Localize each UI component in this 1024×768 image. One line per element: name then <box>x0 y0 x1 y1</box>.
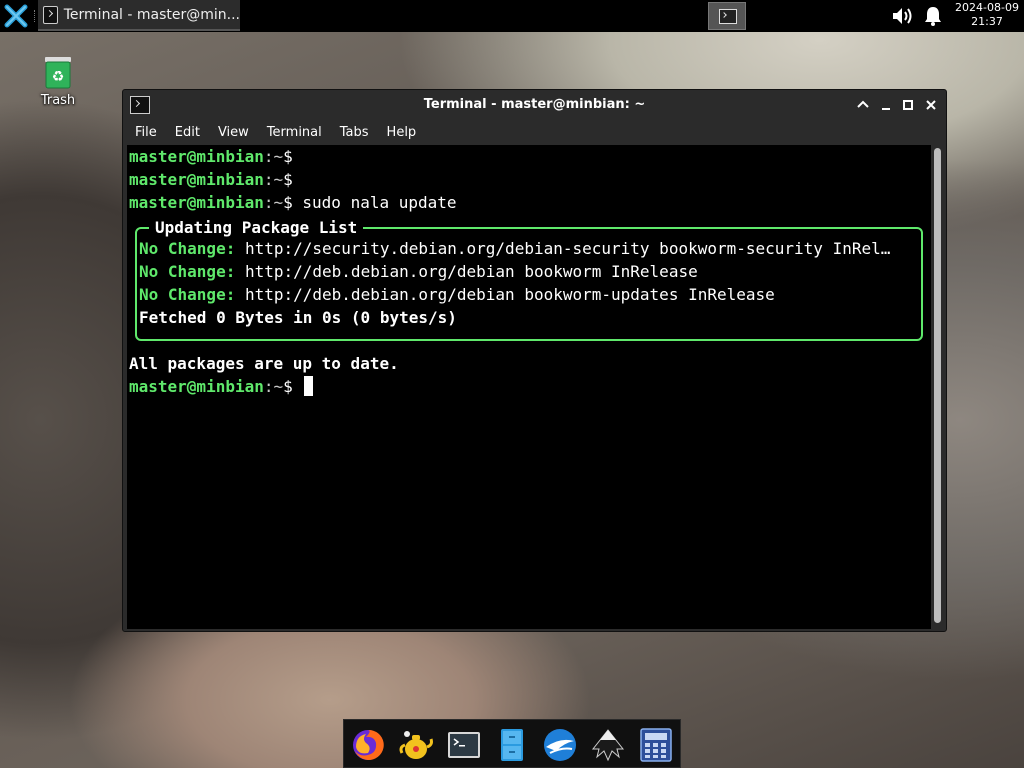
terminal-line: No Change: http://deb.debian.org/debian … <box>139 262 698 281</box>
scrollbar[interactable] <box>931 145 945 629</box>
close-icon <box>926 100 936 110</box>
terminal-line: master@minbian:~$ <box>129 375 314 398</box>
close-button[interactable] <box>922 96 940 114</box>
file-manager-icon[interactable] <box>494 727 530 763</box>
dock <box>343 719 681 768</box>
terminal-window: Terminal - master@minbian: ~ File Edit V… <box>122 89 947 632</box>
terminal-line: master@minbian:~$ <box>129 170 293 189</box>
window-titlebar[interactable]: Terminal - master@minbian: ~ <box>123 90 946 120</box>
menu-edit[interactable]: Edit <box>169 125 206 140</box>
taskbar-item-terminal[interactable]: Terminal - master@min... <box>38 0 240 31</box>
svg-text:♻: ♻ <box>52 69 65 85</box>
window-title: Terminal - master@minbian: ~ <box>423 97 646 112</box>
browser-globe-icon[interactable] <box>542 727 578 763</box>
text-cursor <box>304 376 314 396</box>
terminal-line: No Change: http://security.debian.org/de… <box>139 239 891 258</box>
maximize-button[interactable] <box>899 96 917 114</box>
taskbar-item-label: Terminal - master@min... <box>63 6 240 23</box>
desktop-icon-label: Trash <box>40 93 76 108</box>
maximize-icon <box>903 100 913 110</box>
terminal-icon[interactable] <box>446 727 482 763</box>
clock[interactable]: 2024-08-09 21:37 <box>952 1 1022 29</box>
firefox-icon[interactable] <box>350 727 386 763</box>
inkscape-icon[interactable] <box>590 727 626 763</box>
terminal-line: master@minbian:~$ sudo nala update <box>129 193 457 212</box>
workspace-switcher[interactable] <box>708 2 746 30</box>
terminal-icon <box>719 9 737 24</box>
terminal-icon <box>43 5 58 24</box>
chevron-up-icon <box>857 100 869 108</box>
terminal-line: master@minbian:~$ <box>129 147 293 166</box>
clock-date: 2024-08-09 <box>955 1 1019 14</box>
terminal-line: Fetched 0 Bytes in 0s (0 bytes/s) <box>139 308 457 327</box>
scrollbar-thumb[interactable] <box>934 148 941 623</box>
clock-time: 21:37 <box>971 15 1003 28</box>
teapot-icon[interactable] <box>398 727 434 763</box>
menu-help[interactable]: Help <box>381 125 423 140</box>
box-title: Updating Package List <box>149 216 364 239</box>
calculator-icon[interactable] <box>638 727 674 763</box>
menu-terminal[interactable]: Terminal <box>261 125 328 140</box>
notification-bell-icon[interactable] <box>922 5 944 27</box>
menu-tabs[interactable]: Tabs <box>334 125 375 140</box>
minimize-button[interactable] <box>877 96 895 114</box>
trash-icon: ♻ <box>45 57 71 89</box>
menu-view[interactable]: View <box>212 125 255 140</box>
shade-button[interactable] <box>854 96 872 114</box>
top-panel: Terminal - master@min... 2024-08-09 21:3… <box>0 0 1024 32</box>
command-text: sudo nala update <box>302 193 457 212</box>
menu-bar: File Edit View Terminal Tabs Help <box>123 120 946 144</box>
volume-icon[interactable] <box>890 5 914 27</box>
minimize-icon <box>882 108 890 110</box>
desktop-icon-trash[interactable]: ♻ Trash <box>30 54 86 108</box>
terminal-line: No Change: http://deb.debian.org/debian … <box>139 285 775 304</box>
terminal-line: All packages are up to date. <box>129 354 399 373</box>
menu-file[interactable]: File <box>129 125 163 140</box>
xfce-logo-icon[interactable] <box>3 3 29 29</box>
terminal-output[interactable]: master@minbian:~$ master@minbian:~$ mast… <box>127 145 931 629</box>
